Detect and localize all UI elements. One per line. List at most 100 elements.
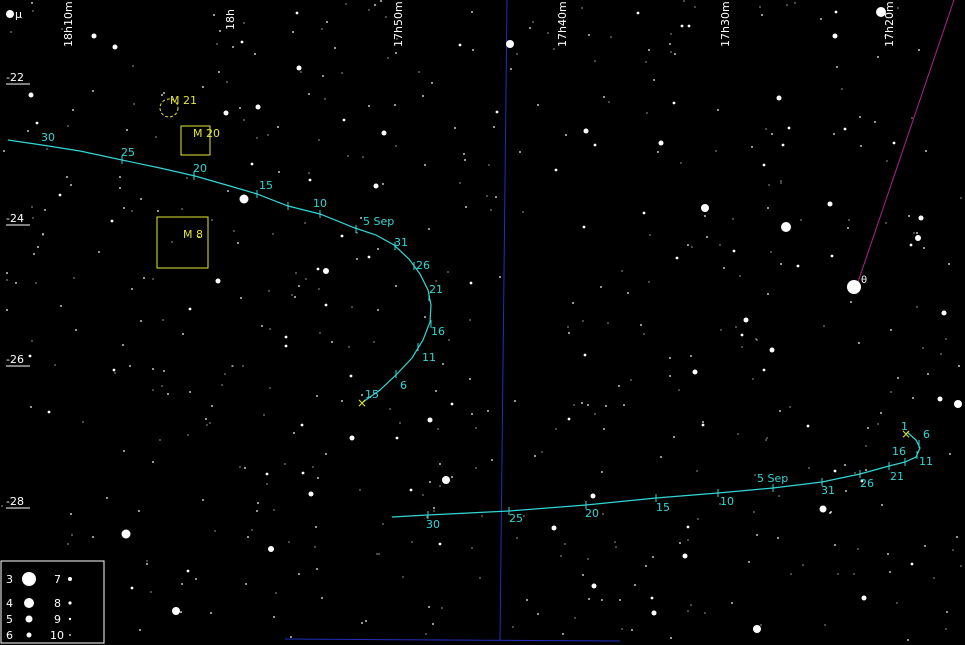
star: [284, 344, 288, 348]
star: [349, 374, 353, 378]
star: [206, 424, 208, 426]
star: [298, 285, 300, 287]
star: [568, 332, 570, 334]
star: [424, 164, 426, 166]
star: [692, 369, 698, 375]
star: [46, 148, 48, 150]
star: [6, 279, 8, 281]
star: [687, 610, 689, 612]
star: [450, 402, 454, 406]
star: [218, 71, 220, 73]
star: [848, 219, 850, 221]
star: [832, 33, 838, 39]
star: [394, 104, 396, 106]
star: [342, 118, 346, 122]
dec-label: -26: [6, 353, 24, 366]
star: [10, 31, 12, 33]
star: [781, 143, 785, 147]
star: [669, 357, 671, 359]
dec-axis: μ -22 -24 -26 -28: [6, 8, 30, 509]
star: [422, 95, 424, 97]
star: [908, 215, 910, 217]
star: [912, 397, 914, 399]
legend-mag-label: 5: [6, 613, 13, 626]
star: [493, 126, 495, 128]
star: [487, 410, 489, 412]
star: [277, 126, 279, 128]
star: [740, 333, 744, 337]
star: [239, 194, 249, 204]
star: [389, 408, 391, 410]
star: [133, 103, 135, 105]
star: [324, 303, 328, 307]
star: [129, 365, 131, 367]
star: [296, 65, 302, 71]
star: [319, 332, 321, 334]
star: [152, 461, 154, 463]
star: [295, 11, 299, 15]
star: [469, 378, 471, 380]
star: [581, 402, 583, 404]
star: [345, 3, 347, 5]
star: [432, 623, 434, 625]
star: [210, 612, 212, 614]
star: [830, 254, 834, 258]
star: [451, 476, 453, 478]
star: [427, 417, 433, 423]
star: [301, 471, 305, 475]
star: [732, 249, 736, 253]
star: [553, 48, 555, 50]
star: [547, 32, 549, 34]
star: [486, 195, 488, 197]
star: [438, 542, 442, 546]
star: [291, 294, 293, 296]
legend-star-icon: [22, 572, 36, 586]
star: [648, 281, 650, 283]
star: [243, 22, 245, 24]
star: [119, 176, 121, 178]
star: [587, 404, 589, 406]
star: [126, 129, 128, 131]
star: [614, 541, 616, 543]
star: [119, 187, 121, 189]
star: [54, 364, 56, 366]
star: [294, 296, 296, 298]
star: [649, 234, 651, 236]
star: [909, 243, 913, 247]
star: [753, 511, 755, 513]
star: [114, 372, 116, 374]
star: [956, 536, 958, 538]
track-date-label: 16: [431, 325, 445, 338]
star: [243, 119, 245, 121]
star: [706, 236, 708, 238]
star: [256, 137, 258, 139]
star: [735, 326, 737, 328]
star: [762, 368, 766, 372]
star: [841, 88, 843, 90]
ra-axis: 18h10m 18h 17h50m 17h40m 17h30m 17h20m: [62, 1, 896, 47]
star: [465, 206, 467, 208]
star: [582, 574, 584, 576]
star: [593, 143, 597, 147]
star: [645, 565, 647, 567]
star: [891, 15, 893, 17]
star: [679, 542, 681, 544]
star: [172, 607, 180, 615]
star: [522, 211, 524, 213]
star: [362, 156, 364, 158]
star: [316, 267, 320, 271]
star: [162, 319, 164, 321]
star: [802, 564, 804, 566]
star: [308, 172, 310, 174]
star: [880, 412, 882, 414]
star: [312, 466, 314, 468]
star: [205, 418, 207, 420]
star: [181, 208, 183, 210]
star: [907, 639, 909, 641]
star: [588, 598, 590, 600]
star: [660, 456, 662, 458]
star: [475, 427, 477, 429]
star: [28, 354, 32, 358]
star: [437, 428, 439, 430]
star: [481, 515, 483, 517]
